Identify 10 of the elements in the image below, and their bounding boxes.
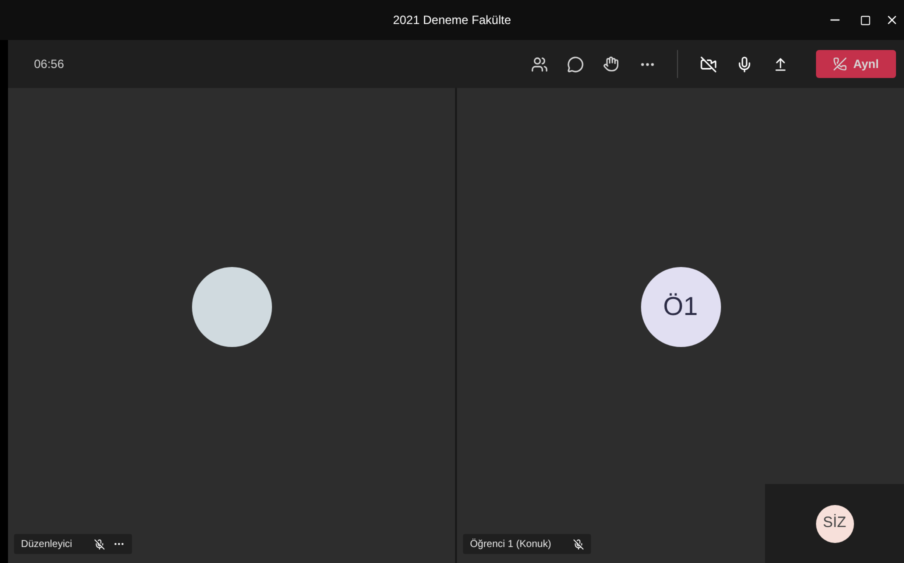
window-title: 2021 Deneme Fakülte: [392, 12, 512, 29]
meeting-timer: 06:56: [34, 56, 64, 73]
close-icon[interactable]: [885, 13, 899, 27]
avatar: Ö1: [640, 266, 720, 346]
participant-name: Öğrenci 1 (Konuk): [470, 538, 552, 552]
avatar: SİZ: [816, 504, 854, 542]
phone-icon: [833, 57, 848, 71]
participant-name: Düzenleyici: [21, 538, 72, 552]
leave-button[interactable]: Aynl: [816, 50, 896, 78]
maximize-icon[interactable]: [860, 14, 870, 26]
